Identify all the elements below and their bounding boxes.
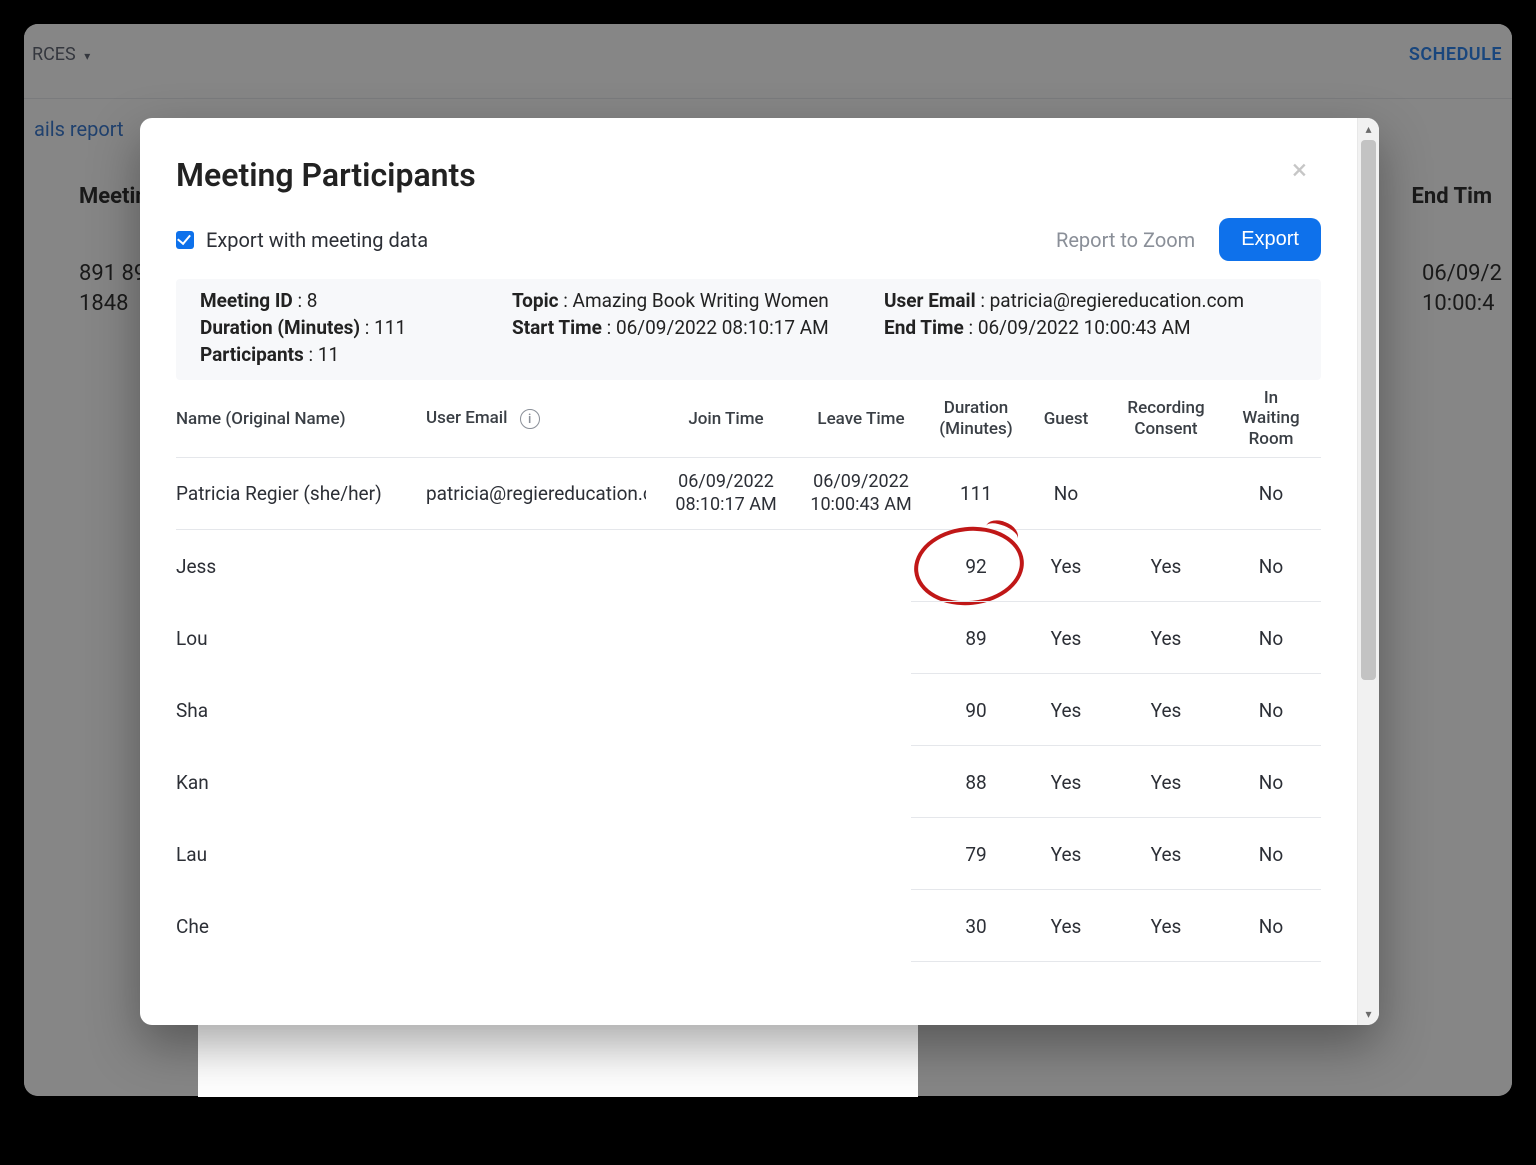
cell-guest: No xyxy=(1026,482,1106,505)
cell-consent: Yes xyxy=(1106,843,1226,866)
export-checkbox-label: Export with meeting data xyxy=(206,228,428,252)
cell-name: Lou xyxy=(176,627,426,650)
cell-consent: Yes xyxy=(1106,699,1226,722)
cell-leave: 06/09/202210:00:43 AM xyxy=(796,471,926,516)
cell-guest: Yes xyxy=(1026,699,1106,722)
cell-email xyxy=(426,699,656,722)
table-row: Lou 89 Yes Yes No xyxy=(176,602,1321,674)
cell-guest: Yes xyxy=(1026,843,1106,866)
cell-duration: 90 xyxy=(926,699,1026,722)
scroll-up-icon[interactable]: ▴ xyxy=(1358,118,1379,140)
cell-guest: Yes xyxy=(1026,555,1106,578)
scroll-down-icon[interactable]: ▾ xyxy=(1358,1003,1379,1025)
cell-duration: 89 xyxy=(926,627,1026,650)
col-recording-consent[interactable]: Recording Consent xyxy=(1106,398,1226,439)
cell-duration: 79 xyxy=(926,843,1026,866)
cell-consent: Yes xyxy=(1106,627,1226,650)
scrollbar-track[interactable] xyxy=(1358,140,1379,1003)
cell-guest: Yes xyxy=(1026,915,1106,938)
participants-modal: ▴ ▾ Meeting Participants × Export with m… xyxy=(140,118,1379,1025)
cell-waiting: No xyxy=(1226,915,1316,938)
cell-waiting: No xyxy=(1226,843,1316,866)
cell-waiting: No xyxy=(1226,627,1316,650)
col-guest[interactable]: Guest xyxy=(1026,409,1106,429)
col-name[interactable]: Name (Original Name) xyxy=(176,409,426,429)
col-user-email[interactable]: User Email i xyxy=(426,408,656,430)
cell-duration: 88 xyxy=(926,771,1026,794)
close-icon[interactable]: × xyxy=(1292,156,1307,184)
report-to-zoom-link[interactable]: Report to Zoom xyxy=(1056,228,1195,252)
table-row: Kan 88 Yes Yes No xyxy=(176,746,1321,818)
cell-waiting: No xyxy=(1226,482,1316,505)
cell-email: patricia@regiereducation.c… xyxy=(426,482,656,505)
export-button[interactable]: Export xyxy=(1219,218,1321,261)
cell-guest: Yes xyxy=(1026,627,1106,650)
action-row: Export with meeting data Report to Zoom … xyxy=(140,218,1357,279)
cell-waiting: No xyxy=(1226,699,1316,722)
cell-consent: Yes xyxy=(1106,915,1226,938)
table-row: Sha 90 Yes Yes No xyxy=(176,674,1321,746)
modal-scrollbar[interactable]: ▴ ▾ xyxy=(1357,118,1379,1025)
col-join-time[interactable]: Join Time xyxy=(656,409,796,429)
col-in-waiting-room[interactable]: In Waiting Room xyxy=(1226,388,1316,449)
cell-waiting: No xyxy=(1226,771,1316,794)
meeting-meta-card: Meeting ID : 8 Topic : Amazing Book Writ… xyxy=(176,279,1321,380)
cell-join: 06/09/202208:10:17 AM xyxy=(656,471,796,516)
export-meeting-data-checkbox[interactable] xyxy=(176,231,194,249)
cell-email xyxy=(426,555,656,578)
col-leave-time[interactable]: Leave Time xyxy=(796,409,926,429)
table-row: Lau 79 Yes Yes No xyxy=(176,818,1321,890)
cell-email xyxy=(426,843,656,866)
modal-title: Meeting Participants xyxy=(140,118,1357,218)
cell-name: Lau xyxy=(176,843,426,866)
cell-name: Jess xyxy=(176,555,426,578)
table-row: Che 30 Yes Yes No xyxy=(176,890,1321,962)
cell-duration: 111 xyxy=(926,482,1026,505)
cell-consent: Yes xyxy=(1106,555,1226,578)
cell-email xyxy=(426,771,656,794)
cell-email xyxy=(426,915,656,938)
table-row: Patricia Regier (she/her) patricia@regie… xyxy=(176,458,1321,530)
cell-name: Patricia Regier (she/her) xyxy=(176,482,426,505)
cell-name: Che xyxy=(176,915,426,938)
cell-waiting: No xyxy=(1226,555,1316,578)
annotation-circle xyxy=(910,521,1028,610)
cell-name: Kan xyxy=(176,771,426,794)
table-header: Name (Original Name) User Email i Join T… xyxy=(176,380,1321,458)
cell-guest: Yes xyxy=(1026,771,1106,794)
info-icon[interactable]: i xyxy=(520,409,540,429)
cell-duration: 30 xyxy=(926,915,1026,938)
cell-duration: 92 xyxy=(926,555,1026,578)
participants-table: Name (Original Name) User Email i Join T… xyxy=(140,380,1357,962)
scrollbar-thumb[interactable] xyxy=(1361,140,1376,680)
cell-consent: Yes xyxy=(1106,771,1226,794)
table-row: Jess 92 Yes Yes No xyxy=(176,530,1321,602)
cell-email xyxy=(426,627,656,650)
col-duration[interactable]: Duration (Minutes) xyxy=(926,398,1026,439)
cell-name: Sha xyxy=(176,699,426,722)
extra-white-bar xyxy=(198,1025,918,1097)
